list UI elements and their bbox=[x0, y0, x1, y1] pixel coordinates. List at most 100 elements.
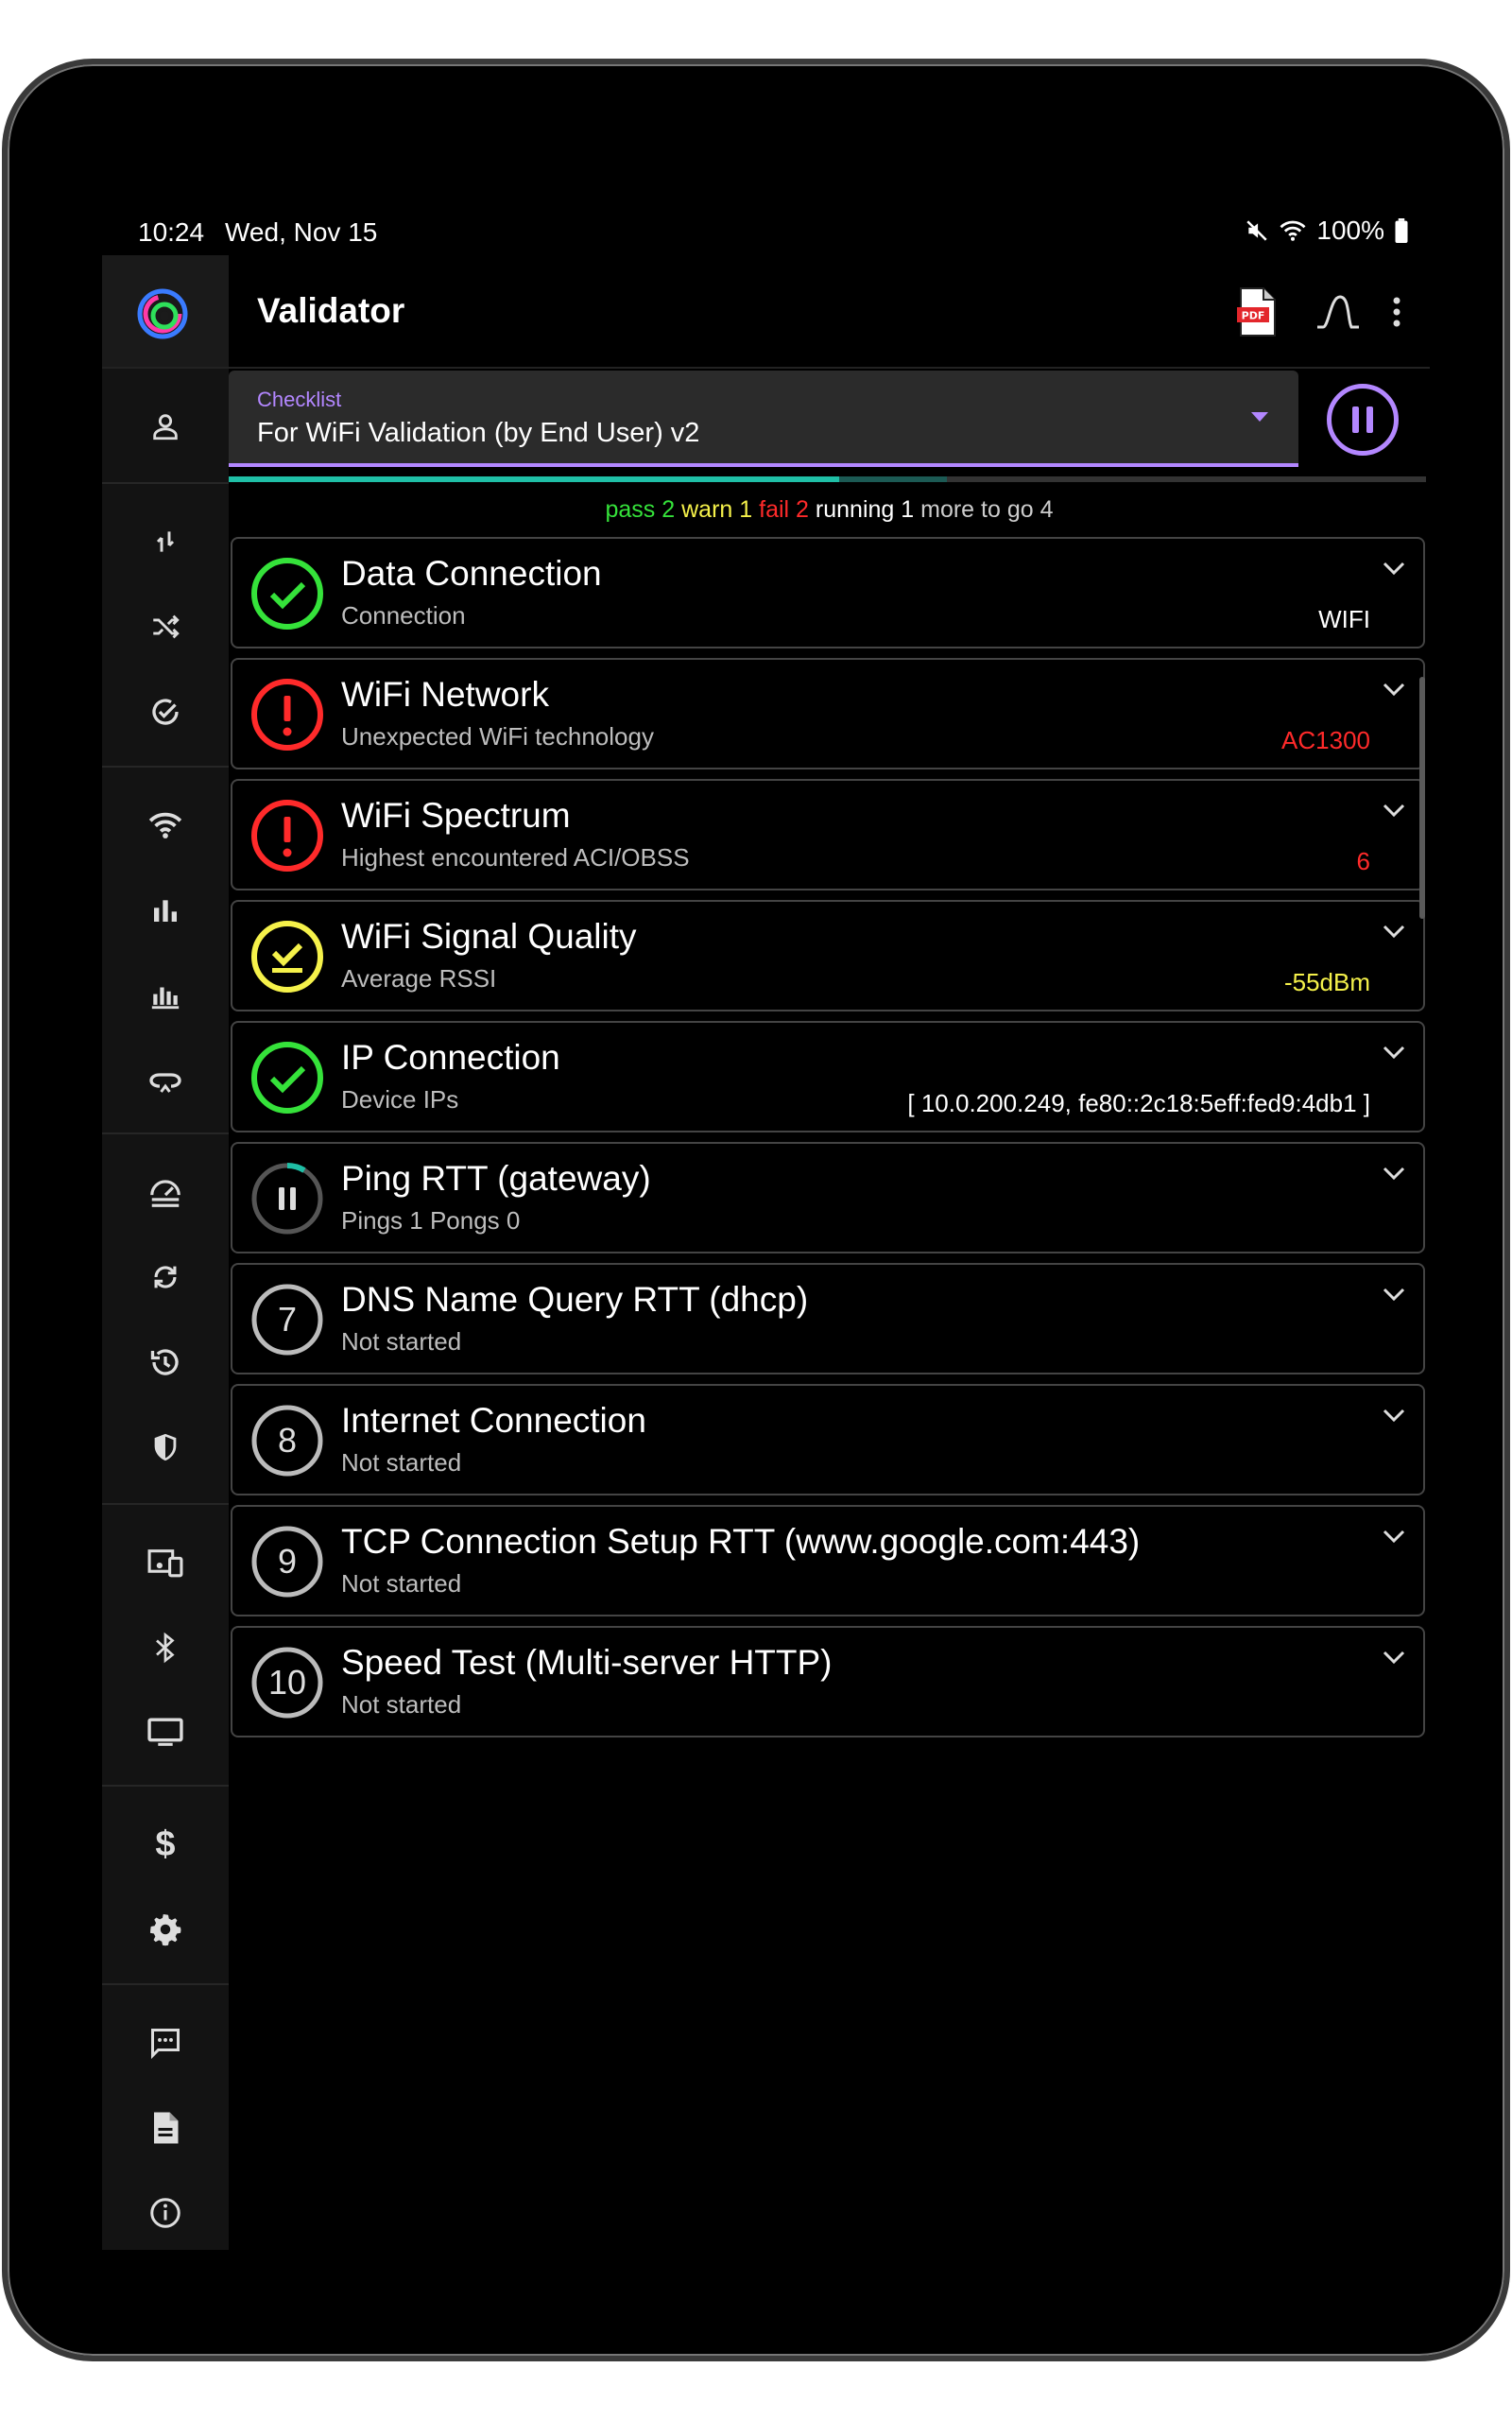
checklist-value: For WiFi Validation (by End User) v2 bbox=[257, 418, 700, 448]
list-scrollbar[interactable] bbox=[1419, 677, 1425, 919]
chevron-down-icon bbox=[1383, 804, 1405, 818]
rail-item-links[interactable] bbox=[102, 1038, 229, 1123]
test-status-icon bbox=[249, 1040, 325, 1115]
checklist-dropdown[interactable]: Checklist For WiFi Validation (by End Us… bbox=[229, 371, 1298, 467]
expand-button[interactable] bbox=[1382, 681, 1406, 702]
summary-togo-label: more to go bbox=[920, 496, 1034, 523]
expand-button[interactable] bbox=[1382, 1649, 1406, 1670]
test-status-icon bbox=[249, 919, 325, 994]
home-button[interactable] bbox=[735, 2271, 792, 2276]
test-card[interactable]: WiFi Network Unexpected WiFi technology AC… bbox=[231, 658, 1425, 769]
test-card[interactable]: 9 TCP Connection Setup RTT (www.google.co… bbox=[231, 1505, 1425, 1616]
screen-share-button[interactable] bbox=[147, 2271, 204, 2276]
test-value: WIFI bbox=[1318, 605, 1370, 633]
test-subtitle: Not started bbox=[341, 1690, 462, 1719]
summary-fail-count: 2 bbox=[796, 496, 809, 523]
summary-fail-label: fail bbox=[759, 496, 790, 523]
screen: 10:24 Wed, Nov 15 100% $ Validator PDF C… bbox=[102, 197, 1430, 2276]
step-number: 10 bbox=[267, 1663, 307, 1702]
rail-item-about[interactable] bbox=[102, 2170, 229, 2256]
test-card[interactable]: 8 Internet Connection Not started bbox=[231, 1384, 1425, 1495]
test-title: Data Connection bbox=[341, 554, 602, 593]
fail-alert-icon bbox=[251, 679, 323, 751]
test-title: IP Connection bbox=[341, 1038, 560, 1077]
step-number: 8 bbox=[277, 1421, 298, 1460]
graph-button[interactable] bbox=[1310, 284, 1366, 340]
chevron-down-icon bbox=[1383, 925, 1405, 939]
test-card[interactable]: 7 DNS Name Query RTT (dhcp) Not started bbox=[231, 1263, 1425, 1374]
more-vert-icon bbox=[1393, 297, 1400, 327]
rail-item-devices[interactable] bbox=[102, 1520, 229, 1605]
expand-button[interactable] bbox=[1382, 1528, 1406, 1549]
bluetooth-icon bbox=[156, 1632, 175, 1664]
status-bar: 10:24 Wed, Nov 15 100% bbox=[102, 197, 1430, 255]
expand-button[interactable] bbox=[1382, 923, 1406, 944]
pause-icon bbox=[1366, 406, 1373, 433]
shield-icon bbox=[154, 1433, 177, 1461]
overflow-menu-button[interactable] bbox=[1368, 284, 1425, 340]
test-status-icon: 9 bbox=[249, 1524, 325, 1599]
rail-item-sync[interactable] bbox=[102, 1235, 229, 1320]
progress-buffer bbox=[839, 476, 948, 482]
battery-icon bbox=[1394, 218, 1409, 243]
test-subtitle: Connection bbox=[341, 601, 466, 630]
progress-bar bbox=[229, 476, 1426, 482]
chevron-down-icon bbox=[1383, 1409, 1405, 1423]
page-title: Validator bbox=[257, 291, 405, 330]
rail-item-checks[interactable] bbox=[102, 669, 229, 754]
pause-icon bbox=[1352, 406, 1359, 433]
test-card[interactable]: 10 Speed Test (Multi-server HTTP) Not star… bbox=[231, 1626, 1425, 1737]
test-card[interactable]: WiFi Signal Quality Average RSSI -55dBm bbox=[231, 900, 1425, 1011]
expand-button[interactable] bbox=[1382, 1044, 1406, 1065]
document-icon bbox=[154, 2112, 179, 2144]
test-card[interactable]: WiFi Spectrum Highest encountered ACI/OBS… bbox=[231, 779, 1425, 890]
rail-item-wifi[interactable] bbox=[102, 783, 229, 868]
summary-warn-label: warn bbox=[681, 496, 733, 523]
recents-button[interactable] bbox=[1024, 2271, 1081, 2276]
results-summary: pass 2 warn 1 fail 2 running 1 more to g… bbox=[229, 496, 1430, 524]
dollar-icon: $ bbox=[155, 1824, 176, 1864]
rail-item-purchase[interactable]: $ bbox=[102, 1802, 229, 1887]
rail-item-security[interactable] bbox=[102, 1405, 229, 1490]
test-card[interactable]: Ping RTT (gateway) Pings 1 Pongs 0 bbox=[231, 1142, 1425, 1253]
rail-item-spectrum[interactable] bbox=[102, 953, 229, 1038]
rail-item-channels[interactable] bbox=[102, 868, 229, 953]
expand-button[interactable] bbox=[1382, 802, 1406, 823]
test-subtitle: Unexpected WiFi technology bbox=[341, 722, 654, 751]
rail-item-speed[interactable] bbox=[102, 1150, 229, 1235]
rail-item-reports[interactable] bbox=[102, 2085, 229, 2170]
system-nav-bar bbox=[102, 2250, 1430, 2276]
sync-icon bbox=[154, 1266, 177, 1288]
pdf-export-button[interactable]: PDF bbox=[1228, 284, 1285, 340]
warn-check-icon bbox=[251, 921, 323, 993]
rail-item-bluetooth[interactable] bbox=[102, 1605, 229, 1690]
test-card[interactable]: IP Connection Device IPs [ 10.0.200.249, f… bbox=[231, 1021, 1425, 1132]
pause-button[interactable] bbox=[1327, 384, 1399, 456]
back-button[interactable] bbox=[446, 2271, 503, 2276]
test-subtitle: Pings 1 Pongs 0 bbox=[341, 1206, 521, 1235]
expand-button[interactable] bbox=[1382, 1407, 1406, 1428]
test-title: TCP Connection Setup RTT (www.google.com… bbox=[341, 1522, 1141, 1561]
rail-item-transfer[interactable] bbox=[102, 499, 229, 584]
rail-item-display[interactable] bbox=[102, 1690, 229, 1775]
battery-percent: 100% bbox=[1316, 216, 1384, 245]
rail-item-shuffle[interactable] bbox=[102, 584, 229, 669]
test-title: Speed Test (Multi-server HTTP) bbox=[341, 1643, 833, 1682]
expand-button[interactable] bbox=[1382, 1286, 1406, 1307]
rail-item-profile[interactable] bbox=[102, 384, 229, 469]
rail-header bbox=[102, 255, 229, 369]
rail-item-history[interactable] bbox=[102, 1320, 229, 1405]
fail-alert-icon bbox=[251, 800, 323, 872]
test-card[interactable]: Data Connection Connection WIFI bbox=[231, 537, 1425, 648]
rail-item-settings[interactable] bbox=[102, 1887, 229, 1972]
test-title: WiFi Network bbox=[341, 675, 549, 714]
app-logo-icon[interactable] bbox=[136, 287, 189, 345]
wifi-icon bbox=[148, 812, 182, 838]
expand-button[interactable] bbox=[1382, 1165, 1406, 1186]
test-status-icon: 7 bbox=[249, 1282, 325, 1357]
expand-button[interactable] bbox=[1382, 560, 1406, 581]
test-subtitle: Average RSSI bbox=[341, 964, 497, 993]
rail-item-feedback[interactable] bbox=[102, 2000, 229, 2085]
chevron-down-icon bbox=[1383, 1288, 1405, 1302]
info-icon bbox=[150, 2198, 180, 2228]
